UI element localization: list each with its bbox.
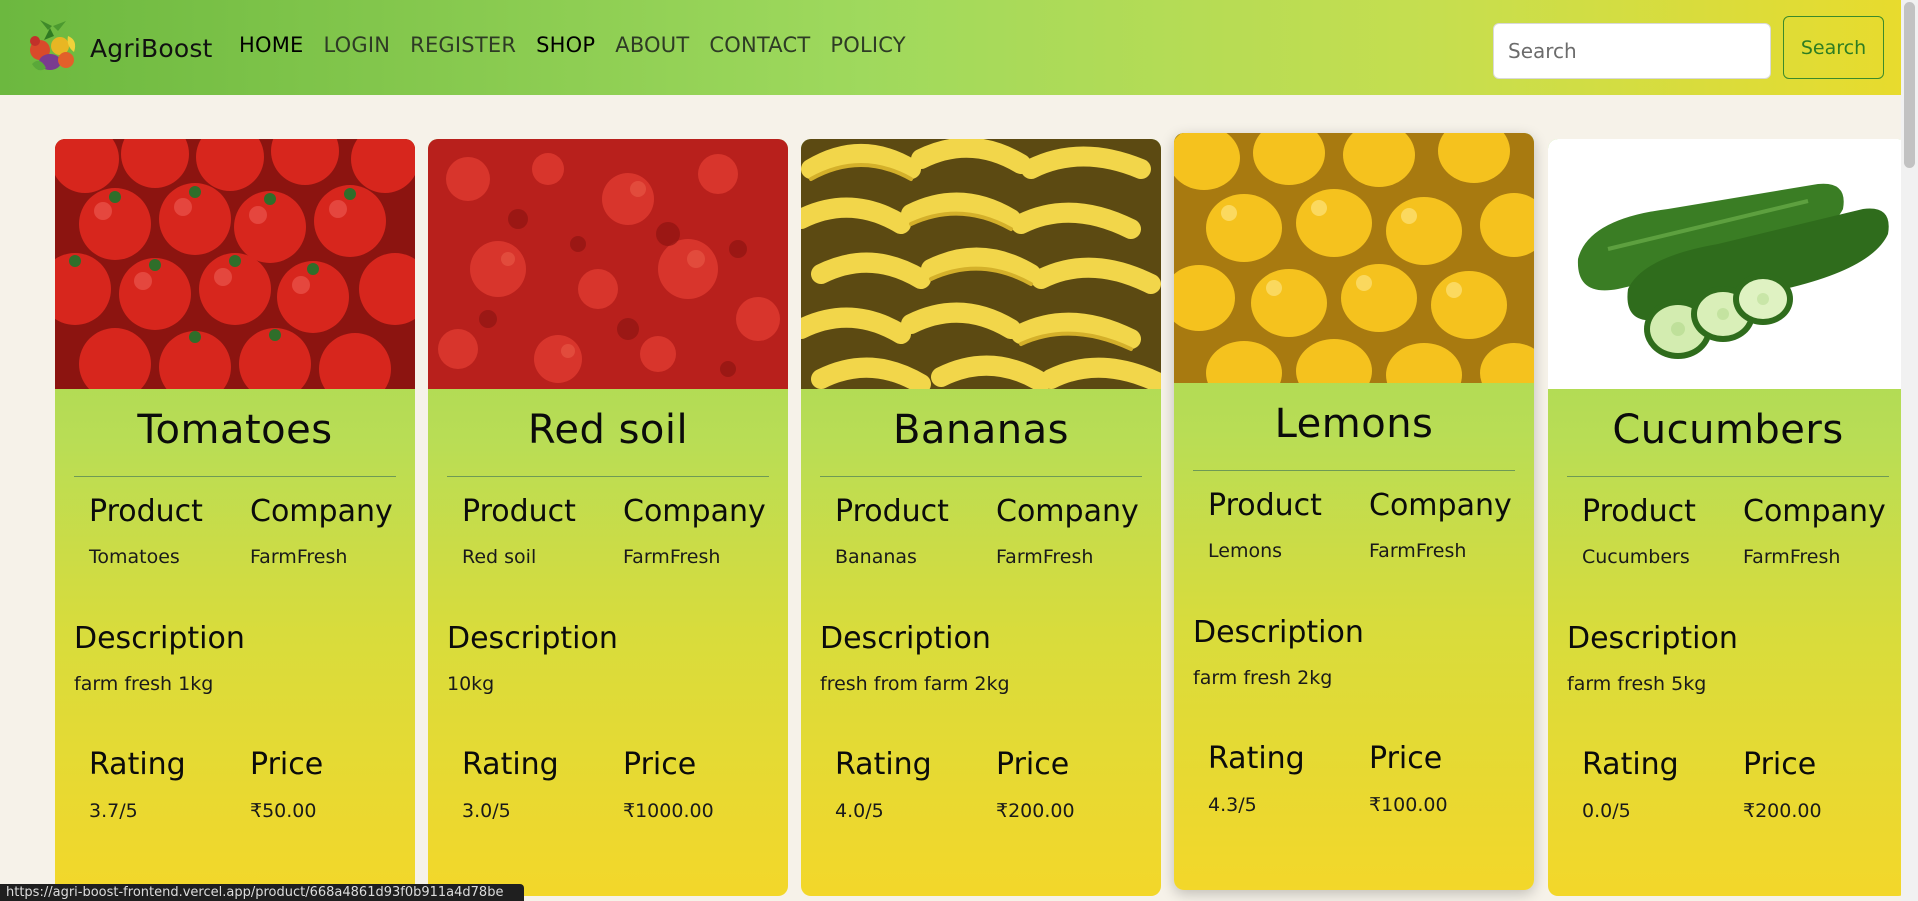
product-label: Product [1208,488,1322,523]
rating-label: Rating [89,747,186,782]
nav-home[interactable]: HOME [239,33,304,57]
rating-label: Rating [462,747,559,782]
price-value: ₹50.00 [250,800,317,822]
rating-value: 3.0/5 [462,800,511,822]
description-value: fresh from farm 2kg [820,673,1010,695]
nav-contact[interactable]: CONTACT [709,33,810,57]
product-title: Cucumbers [1612,407,1844,453]
company-label: Company [250,494,393,529]
rating-value: 0.0/5 [1582,800,1631,822]
nav-register[interactable]: REGISTER [410,33,516,57]
price-label: Price [996,747,1070,782]
product-label: Product [89,494,203,529]
product-image-bananas[interactable] [801,139,1161,389]
price-value: ₹200.00 [996,800,1075,822]
description-value: farm fresh 1kg [74,673,214,695]
page-scrollbar[interactable] [1901,0,1918,901]
rating-value: 4.0/5 [835,800,884,822]
product-image-cucumbers[interactable] [1548,139,1908,389]
product-image-tomatoes[interactable] [55,139,415,389]
description-label: Description [1567,621,1738,656]
product-value: Bananas [835,546,917,568]
description-value: farm fresh 5kg [1567,673,1707,695]
divider [1193,470,1515,471]
nav-login[interactable]: LOGIN [324,33,391,57]
company-value: FarmFresh [623,546,721,568]
product-value: Red soil [462,546,537,568]
product-image-lemons[interactable] [1174,133,1534,383]
product-label: Product [835,494,949,529]
product-label: Product [462,494,576,529]
product-card[interactable]: Lemons Product Company Lemons FarmFresh … [1174,133,1534,890]
product-title: Lemons [1274,401,1434,447]
description-label: Description [74,621,245,656]
price-value: ₹200.00 [1743,800,1822,822]
nav-about[interactable]: ABOUT [615,33,689,57]
product-card[interactable]: Red soil Product Company Red soil FarmFr… [428,139,788,896]
divider [447,476,769,477]
company-label: Company [1743,494,1886,529]
rating-label: Rating [1582,747,1679,782]
company-value: FarmFresh [250,546,348,568]
product-value: Cucumbers [1582,546,1690,568]
navbar: AgriBoost HOME LOGIN REGISTER SHOP ABOUT… [0,0,1918,95]
brand-name[interactable]: AgriBoost [90,34,213,63]
divider [1567,476,1889,477]
rating-value: 4.3/5 [1208,794,1257,816]
product-card[interactable]: Bananas Product Company Bananas FarmFres… [801,139,1161,896]
brand[interactable]: AgriBoost [20,16,213,80]
company-value: FarmFresh [1369,540,1467,562]
price-label: Price [1369,741,1443,776]
company-value: FarmFresh [1743,546,1841,568]
search-button[interactable]: Search [1783,16,1884,79]
product-value: Tomatoes [89,546,180,568]
search-input[interactable] [1493,23,1771,79]
description-value: 10kg [447,673,495,695]
company-label: Company [996,494,1139,529]
divider [820,476,1142,477]
description-label: Description [447,621,618,656]
product-value: Lemons [1208,540,1283,562]
company-label: Company [623,494,766,529]
product-image-red-soil[interactable] [428,139,788,389]
description-label: Description [820,621,991,656]
product-card[interactable]: Tomatoes Product Company Tomatoes FarmFr… [55,139,415,896]
divider [74,476,396,477]
rating-label: Rating [1208,741,1305,776]
rating-label: Rating [835,747,932,782]
price-label: Price [250,747,324,782]
price-label: Price [623,747,697,782]
nav-links: HOME LOGIN REGISTER SHOP ABOUT CONTACT P… [239,33,926,57]
nav-shop[interactable]: SHOP [536,33,595,57]
logo-icon[interactable] [20,16,84,80]
scrollbar-thumb[interactable] [1904,2,1915,168]
product-title: Red soil [527,407,689,453]
description-label: Description [1193,615,1364,650]
company-value: FarmFresh [996,546,1094,568]
nav-policy[interactable]: POLICY [830,33,905,57]
product-title: Bananas [892,407,1070,453]
rating-value: 3.7/5 [89,800,138,822]
price-value: ₹1000.00 [623,800,714,822]
price-value: ₹100.00 [1369,794,1448,816]
product-label: Product [1582,494,1696,529]
company-label: Company [1369,488,1512,523]
status-url-bar: https://agri-boost-frontend.vercel.app/p… [0,884,524,901]
product-card[interactable]: Cucumbers Product Company Cucumbers Farm… [1548,139,1908,896]
product-title: Tomatoes [137,407,333,453]
price-label: Price [1743,747,1817,782]
description-value: farm fresh 2kg [1193,667,1333,689]
